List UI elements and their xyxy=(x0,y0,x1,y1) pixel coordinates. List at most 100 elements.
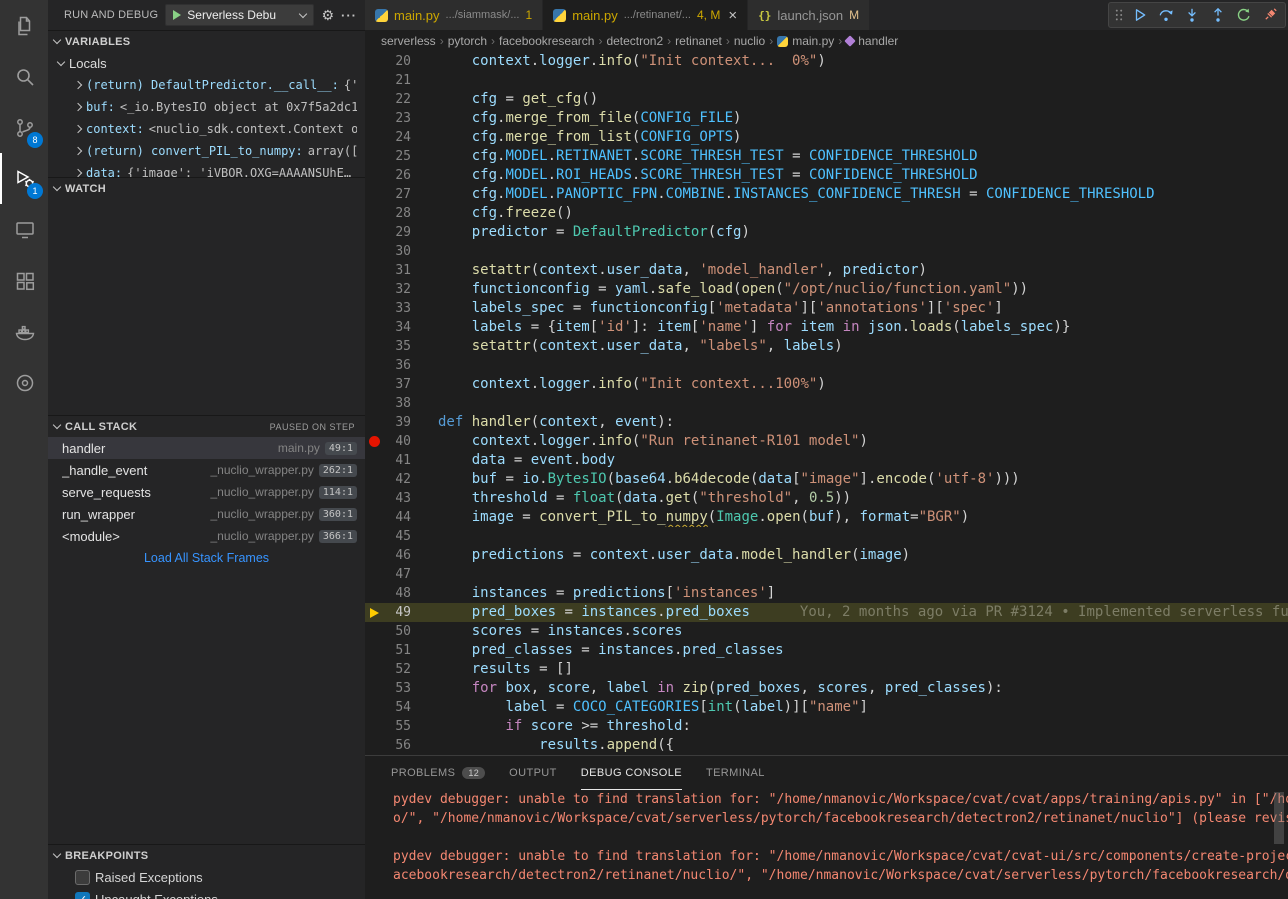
stack-frame[interactable]: _handle_event_nuclio_wrapper.py262:1 xyxy=(48,459,365,481)
start-debug-icon[interactable] xyxy=(173,10,181,20)
remote-explorer-icon[interactable] xyxy=(0,204,48,255)
variables-section-header[interactable]: VARIABLES xyxy=(48,30,365,52)
gutter-glyph-margin[interactable] xyxy=(365,717,385,736)
breakpoint-row[interactable]: ✓Uncaught Exceptions xyxy=(48,888,365,899)
step-into-icon[interactable] xyxy=(1180,4,1204,26)
gutter-glyph-margin[interactable] xyxy=(365,736,385,755)
panel-tab-terminal[interactable]: TERMINAL xyxy=(706,756,765,790)
editor-tab[interactable]: main.py.../retinanet/...4, M× xyxy=(543,0,748,30)
scrollbar[interactable] xyxy=(1274,792,1284,844)
panel-tab-output[interactable]: OUTPUT xyxy=(509,756,557,790)
variable-row[interactable]: (return) convert_PIL_to_numpy:array([[[ … xyxy=(48,140,365,162)
code-line[interactable]: 25 cfg.MODEL.RETINANET.SCORE_THRESH_TEST… xyxy=(365,147,1288,166)
code-line[interactable]: 40 context.logger.info("Run retinanet-R1… xyxy=(365,432,1288,451)
code-line[interactable]: 20 context.logger.info("Init context... … xyxy=(365,52,1288,71)
gutter-glyph-margin[interactable] xyxy=(365,565,385,584)
code-line[interactable]: 55 if score >= threshold: xyxy=(365,717,1288,736)
breadcrumb-item[interactable]: handler xyxy=(846,34,898,48)
gutter-glyph-margin[interactable] xyxy=(365,204,385,223)
code-line[interactable]: 45 xyxy=(365,527,1288,546)
gutter-glyph-margin[interactable] xyxy=(365,679,385,698)
gutter-glyph-margin[interactable] xyxy=(365,147,385,166)
variable-row[interactable]: buf:<_io.BytesIO object at 0x7f5a2dc1ecc… xyxy=(48,96,365,118)
gutter-glyph-margin[interactable] xyxy=(365,622,385,641)
code-line[interactable]: 34 labels = {item['id']: item['name'] fo… xyxy=(365,318,1288,337)
gutter-glyph-margin[interactable] xyxy=(365,394,385,413)
gutter-glyph-margin[interactable] xyxy=(365,470,385,489)
breadcrumb-item[interactable]: nuclio xyxy=(734,34,765,48)
variable-row[interactable]: data:{'image': 'iVBOR.OXG=AAAANSUhE… xyxy=(48,162,365,177)
code-line[interactable]: 37 context.logger.info("Init context...1… xyxy=(365,375,1288,394)
code-line[interactable]: 36 xyxy=(365,356,1288,375)
stack-frame[interactable]: <module>_nuclio_wrapper.py366:1 xyxy=(48,525,365,547)
gutter-glyph-margin[interactable] xyxy=(365,527,385,546)
code-line[interactable]: 24 cfg.merge_from_list(CONFIG_OPTS) xyxy=(365,128,1288,147)
step-over-icon[interactable] xyxy=(1154,4,1178,26)
disconnect-icon[interactable] xyxy=(1258,4,1282,26)
variable-row[interactable]: context:<nuclio_sdk.context.Context obje… xyxy=(48,118,365,140)
code-line[interactable]: 51 pred_classes = instances.pred_classes xyxy=(365,641,1288,660)
checkbox[interactable] xyxy=(75,870,90,885)
search-icon[interactable] xyxy=(0,51,48,102)
code-line[interactable]: 27 cfg.MODEL.PANOPTIC_FPN.COMBINE.INSTAN… xyxy=(365,185,1288,204)
panel-tab-problems[interactable]: PROBLEMS12 xyxy=(391,756,485,790)
continue-icon[interactable] xyxy=(1128,4,1152,26)
code-line[interactable]: 31 setattr(context.user_data, 'model_han… xyxy=(365,261,1288,280)
code-line[interactable]: 41 data = event.body xyxy=(365,451,1288,470)
variable-row[interactable]: (return) DefaultPredictor.__call__:{'ins… xyxy=(48,74,365,96)
panel-tab-debug-console[interactable]: DEBUG CONSOLE xyxy=(581,756,682,790)
code-line[interactable]: 32 functionconfig = yaml.safe_load(open(… xyxy=(365,280,1288,299)
code-line[interactable]: 44 image = convert_PIL_to_numpy(Image.op… xyxy=(365,508,1288,527)
load-all-stack-frames-link[interactable]: Load All Stack Frames xyxy=(48,547,365,569)
code-line[interactable]: 47 xyxy=(365,565,1288,584)
code-line[interactable]: 22 cfg = get_cfg() xyxy=(365,90,1288,109)
gutter-glyph-margin[interactable] xyxy=(365,584,385,603)
extensions-icon[interactable] xyxy=(0,255,48,306)
more-actions-icon[interactable]: ··· xyxy=(341,8,357,23)
gutter-glyph-margin[interactable] xyxy=(365,489,385,508)
stack-frame[interactable]: run_wrapper_nuclio_wrapper.py360:1 xyxy=(48,503,365,525)
code-line[interactable]: 23 cfg.merge_from_file(CONFIG_FILE) xyxy=(365,109,1288,128)
gutter-glyph-margin[interactable] xyxy=(365,166,385,185)
breadcrumb-item[interactable]: pytorch xyxy=(448,34,487,48)
gutter-glyph-margin[interactable] xyxy=(365,375,385,394)
gutter-glyph-margin[interactable] xyxy=(365,128,385,147)
gutter-glyph-margin[interactable] xyxy=(365,185,385,204)
gutter-glyph-margin[interactable] xyxy=(365,698,385,717)
close-icon[interactable]: × xyxy=(728,7,737,24)
code-line[interactable]: 50 scores = instances.scores xyxy=(365,622,1288,641)
docker-icon[interactable] xyxy=(0,306,48,357)
breakpoint-row[interactable]: Raised Exceptions xyxy=(48,866,365,888)
breadcrumb-item[interactable]: retinanet xyxy=(675,34,722,48)
gutter-glyph-margin[interactable] xyxy=(365,432,385,451)
gutter-glyph-margin[interactable] xyxy=(365,603,385,622)
gutter-glyph-margin[interactable] xyxy=(365,356,385,375)
explorer-icon[interactable] xyxy=(0,0,48,51)
editor-tab[interactable]: {}launch.jsonM xyxy=(748,0,870,30)
gutter-glyph-margin[interactable] xyxy=(365,660,385,679)
code-line[interactable]: 54 label = COCO_CATEGORIES[int(label)]["… xyxy=(365,698,1288,717)
code-line[interactable]: 29 predictor = DefaultPredictor(cfg) xyxy=(365,223,1288,242)
call-stack-section-header[interactable]: CALL STACK PAUSED ON STEP xyxy=(48,415,365,437)
code-line[interactable]: 26 cfg.MODEL.ROI_HEADS.SCORE_THRESH_TEST… xyxy=(365,166,1288,185)
gutter-glyph-margin[interactable] xyxy=(365,508,385,527)
run-and-debug-icon[interactable]: 1 xyxy=(0,153,48,204)
code-line[interactable]: 49 pred_boxes = instances.pred_boxesYou,… xyxy=(365,603,1288,622)
gutter-glyph-margin[interactable] xyxy=(365,109,385,128)
code-line[interactable]: 46 predictions = context.user_data.model… xyxy=(365,546,1288,565)
stack-frame[interactable]: serve_requests_nuclio_wrapper.py114:1 xyxy=(48,481,365,503)
gutter-glyph-margin[interactable] xyxy=(365,641,385,660)
source-control-icon[interactable]: 8 xyxy=(0,102,48,153)
code-line[interactable]: 53 for box, score, label in zip(pred_box… xyxy=(365,679,1288,698)
gutter-glyph-margin[interactable] xyxy=(365,223,385,242)
watch-section-header[interactable]: WATCH xyxy=(48,177,365,199)
gutter-glyph-margin[interactable] xyxy=(365,242,385,261)
gutter-glyph-margin[interactable] xyxy=(365,280,385,299)
breakpoint-icon[interactable] xyxy=(369,436,380,447)
restart-icon[interactable] xyxy=(1232,4,1256,26)
code-line[interactable]: 52 results = [] xyxy=(365,660,1288,679)
gutter-glyph-margin[interactable] xyxy=(365,90,385,109)
launch-config-dropdown[interactable]: Serverless Debu xyxy=(165,4,314,26)
editor-tab[interactable]: main.py.../siammask/...1 xyxy=(365,0,543,30)
gutter-glyph-margin[interactable] xyxy=(365,546,385,565)
